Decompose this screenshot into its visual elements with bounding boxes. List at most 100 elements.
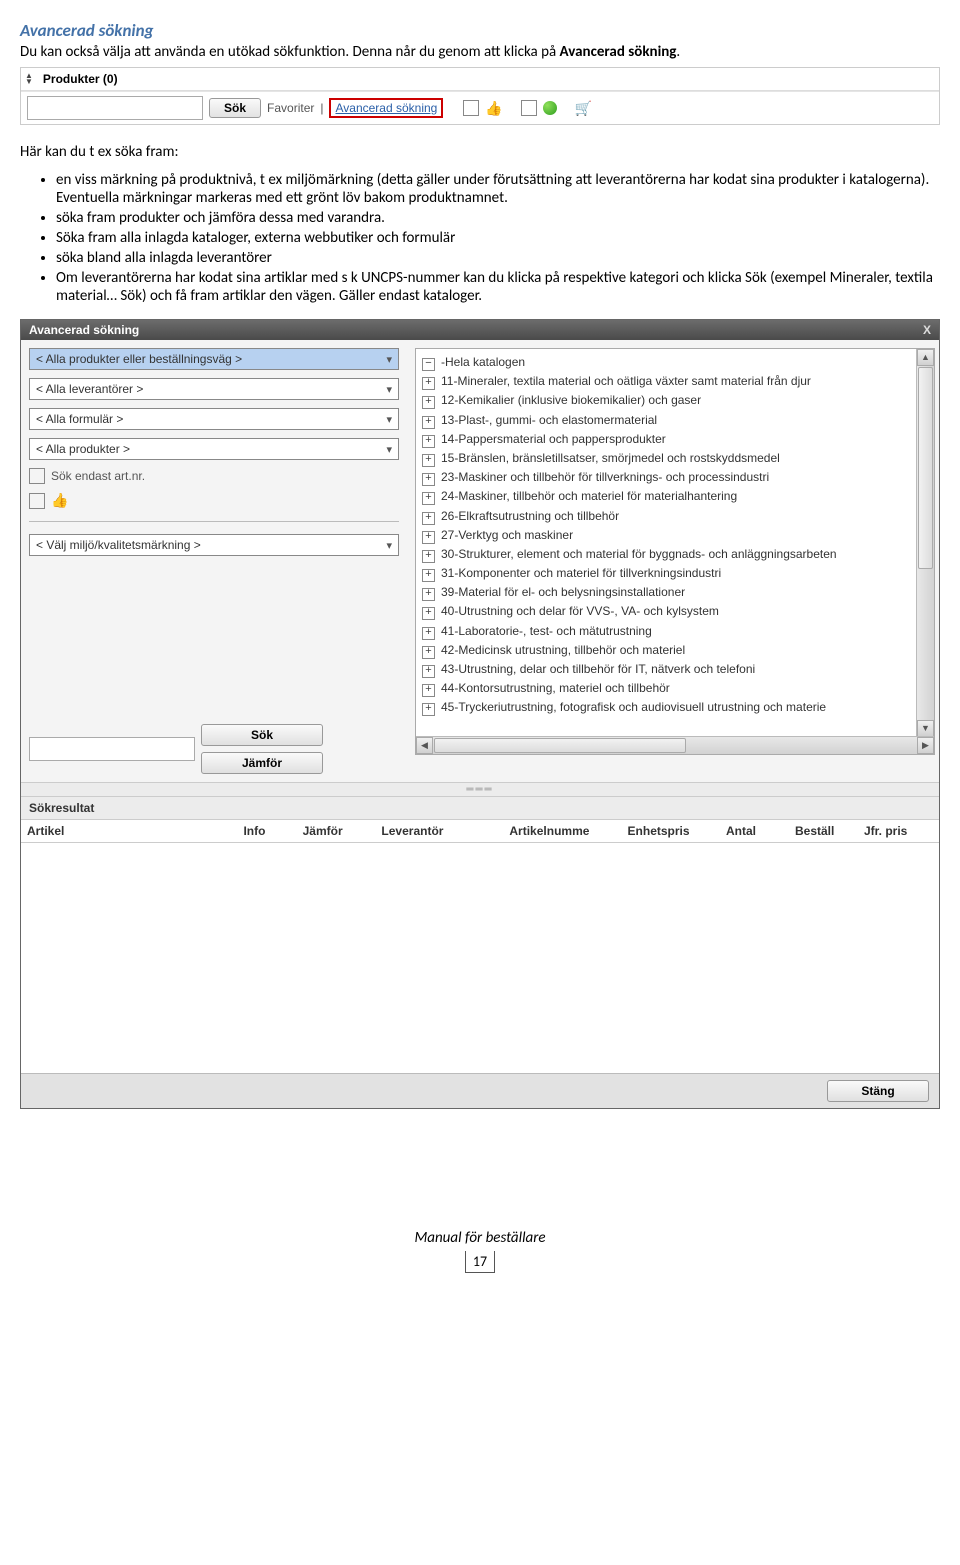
combo-label: < Alla produkter eller beställningsväg > (36, 352, 242, 366)
scroll-left-icon[interactable]: ◀ (416, 737, 433, 754)
scroll-right-icon[interactable]: ▶ (917, 737, 934, 754)
checkbox-icon[interactable] (521, 100, 537, 116)
expand-icon[interactable]: + (422, 607, 435, 620)
col-info[interactable]: Info (243, 824, 302, 838)
tree-item[interactable]: +42-Medicinsk utrustning, tillbehör och … (422, 641, 930, 660)
scroll-thumb[interactable] (918, 367, 933, 569)
tree-label: 27-Verktyg och maskiner (441, 528, 573, 542)
expand-icon[interactable]: + (422, 492, 435, 505)
scroll-thumb[interactable] (434, 738, 686, 753)
col-jfrpris[interactable]: Jfr. pris (864, 824, 933, 838)
sort-arrows-icon[interactable]: ▲▼ (25, 73, 33, 85)
dialog-compare-button[interactable]: Jämför (201, 752, 323, 774)
expand-icon[interactable]: + (422, 416, 435, 429)
tree-label: 13-Plast-, gummi- och elastomermaterial (441, 413, 657, 427)
expand-icon[interactable]: + (422, 627, 435, 640)
list-item: söka fram produkter och jämföra dessa me… (56, 209, 940, 227)
col-antal[interactable]: Antal (726, 824, 795, 838)
expand-icon[interactable]: + (422, 377, 435, 390)
split-handle[interactable]: ═══ (21, 782, 939, 797)
expand-icon[interactable]: + (422, 684, 435, 697)
tree-item[interactable]: +41-Laboratorie-, test- och mätutrustnin… (422, 622, 930, 641)
combo-eco-label[interactable]: < Välj miljö/kvalitetsmärkning > ▾ (29, 534, 399, 556)
expand-icon[interactable]: + (422, 473, 435, 486)
tree-item[interactable]: +39-Material för el- och belysningsinsta… (422, 583, 930, 602)
expand-icon[interactable]: + (422, 435, 435, 448)
expand-icon[interactable]: + (422, 454, 435, 467)
tree-item[interactable]: +14-Pappersmaterial och pappersprodukter (422, 430, 930, 449)
expand-icon[interactable]: + (422, 512, 435, 525)
col-enhetspris[interactable]: Enhetspris (628, 824, 726, 838)
combo-forms[interactable]: < Alla formulär > ▾ (29, 408, 399, 430)
page-number: 17 (465, 1251, 495, 1273)
tree-item[interactable]: +43-Utrustning, delar och tillbehör för … (422, 660, 930, 679)
tree-item[interactable]: −-Hela katalogen (422, 353, 930, 372)
catalog-tree[interactable]: −-Hela katalogen +11-Mineraler, textila … (415, 348, 935, 755)
col-artikelnummer[interactable]: Artikelnumme (509, 824, 627, 838)
expand-icon[interactable]: + (422, 646, 435, 659)
expand-icon[interactable]: + (422, 665, 435, 678)
col-leverantor[interactable]: Leverantör (381, 824, 509, 838)
collapse-icon[interactable]: − (422, 358, 435, 371)
checkbox-thumb[interactable] (29, 493, 45, 509)
tree-item[interactable]: +45-Tryckeriutrustning, fotografisk och … (422, 698, 930, 717)
scroll-up-icon[interactable]: ▲ (917, 349, 934, 366)
cart-icon[interactable]: 🛒 (575, 100, 592, 117)
combo-products[interactable]: < Alla produkter > ▾ (29, 438, 399, 460)
intro-text: Du kan också välja att använda en utökad… (20, 43, 560, 61)
list-item: söka bland alla inlagda leverantörer (56, 249, 940, 267)
tree-item[interactable]: +12-Kemikalier (inklusive biokemikalier)… (422, 391, 930, 410)
dialog-title: Avancerad sökning (29, 323, 139, 337)
thumb-up-icon[interactable]: 👍 (485, 100, 502, 117)
expand-icon[interactable]: + (422, 531, 435, 544)
expand-icon[interactable]: + (422, 588, 435, 601)
tab-products[interactable]: Produkter (0) (37, 70, 124, 88)
tree-item[interactable]: +13-Plast-, gummi- och elastomermaterial (422, 411, 930, 430)
close-button[interactable]: Stäng (827, 1080, 929, 1102)
dialog-search-input[interactable] (29, 737, 195, 761)
col-jamfor[interactable]: Jämför (303, 824, 382, 838)
dialog-right-panel: −-Hela katalogen +11-Mineraler, textila … (407, 340, 939, 782)
paragraph-lead: Här kan du t ex söka fram: (20, 143, 940, 161)
tree-item[interactable]: +30-Strukturer, element och material för… (422, 545, 930, 564)
close-icon[interactable]: X (923, 323, 931, 337)
expand-icon[interactable]: + (422, 550, 435, 563)
toolbar-search-button[interactable]: Sök (209, 98, 261, 118)
checkbox-artnr[interactable] (29, 468, 45, 484)
toolbar-screenshot: ▲▼ Produkter (0) Sök Favoriter | Avancer… (20, 67, 940, 125)
scroll-down-icon[interactable]: ▼ (917, 720, 934, 737)
intro-text-end: . (676, 43, 680, 61)
tree-item[interactable]: +27-Verktyg och maskiner (422, 526, 930, 545)
expand-icon[interactable]: + (422, 569, 435, 582)
tree-item[interactable]: +31-Komponenter och materiel för tillver… (422, 564, 930, 583)
tree-item[interactable]: +23-Maskiner och tillbehör för tillverkn… (422, 468, 930, 487)
tree-label: -Hela katalogen (441, 355, 525, 369)
list-item: Söka fram alla inlagda kataloger, extern… (56, 229, 940, 247)
combo-order-path[interactable]: < Alla produkter eller beställningsväg >… (29, 348, 399, 370)
tree-item[interactable]: +40-Utrustning och delar för VVS-, VA- o… (422, 602, 930, 621)
vertical-scrollbar[interactable]: ▲ ▼ (916, 349, 934, 737)
tree-item[interactable]: +24-Maskiner, tillbehör och materiel för… (422, 487, 930, 506)
horizontal-scrollbar[interactable]: ◀ ▶ (416, 736, 934, 754)
checkbox-icon[interactable] (463, 100, 479, 116)
tree-label: 42-Medicinsk utrustning, tillbehör och m… (441, 643, 685, 657)
tree-label: 40-Utrustning och delar för VVS-, VA- oc… (441, 604, 719, 618)
expand-icon[interactable]: + (422, 396, 435, 409)
dialog-titlebar[interactable]: Avancerad sökning X (21, 320, 939, 340)
manual-footer: Manual för beställare 17 (20, 1229, 940, 1273)
dialog-search-button[interactable]: Sök (201, 724, 323, 746)
tree-label: 45-Tryckeriutrustning, fotografisk och a… (441, 700, 826, 714)
toolbar-search-input[interactable] (27, 96, 203, 120)
link-favoriter[interactable]: Favoriter (267, 101, 314, 115)
tree-item[interactable]: +26-Elkraftsutrustning och tillbehör (422, 507, 930, 526)
expand-icon[interactable]: + (422, 703, 435, 716)
combo-suppliers[interactable]: < Alla leverantörer > ▾ (29, 378, 399, 400)
tree-label: 15-Bränslen, bränsletillsatser, smörjmed… (441, 451, 780, 465)
col-artikel[interactable]: Artikel (27, 824, 243, 838)
highlight-box: Avancerad sökning (329, 98, 443, 118)
tree-item[interactable]: +44-Kontorsutrustning, materiel och till… (422, 679, 930, 698)
col-bestall[interactable]: Beställ (795, 824, 864, 838)
link-avancerad-sokning[interactable]: Avancerad sökning (335, 101, 437, 115)
tree-item[interactable]: +15-Bränslen, bränsletillsatser, smörjme… (422, 449, 930, 468)
tree-item[interactable]: +11-Mineraler, textila material och oätl… (422, 372, 930, 391)
